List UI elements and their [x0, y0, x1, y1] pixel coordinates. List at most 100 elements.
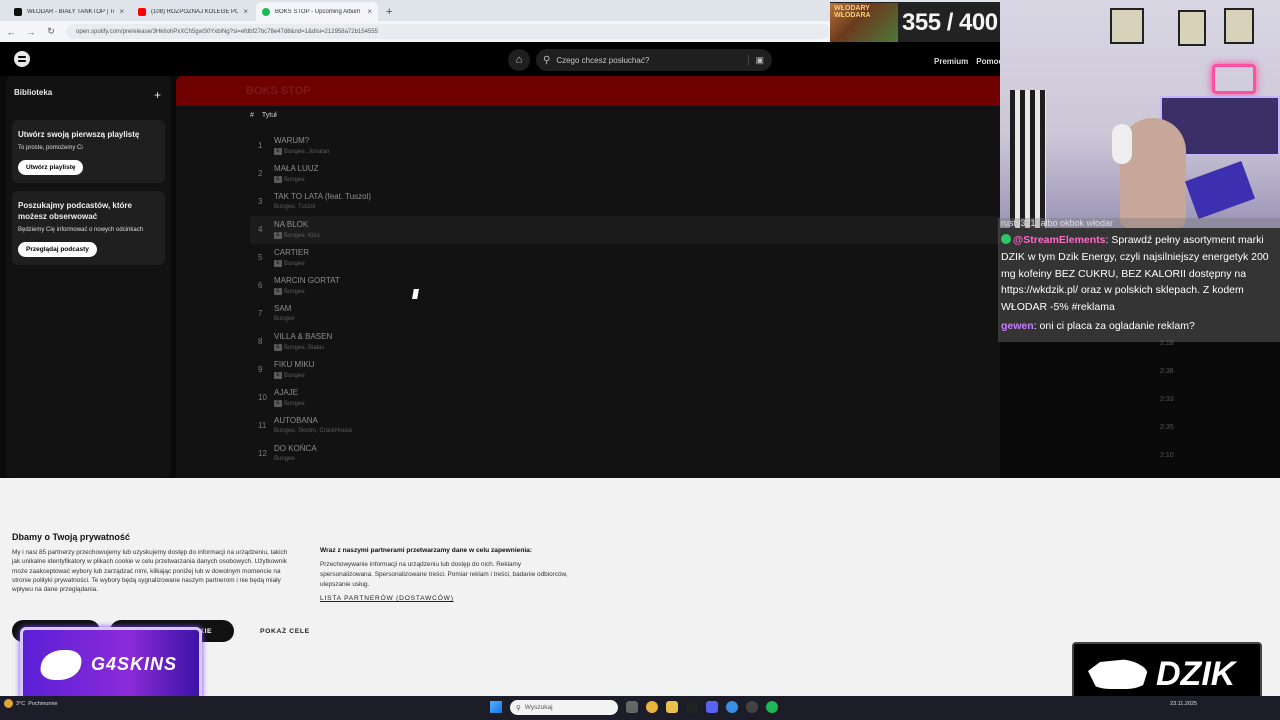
- home-icon[interactable]: ⌂: [508, 49, 530, 71]
- explicit-badge: E: [274, 176, 282, 183]
- track-number: 1: [258, 141, 263, 150]
- track-title[interactable]: CARTIER: [274, 248, 309, 257]
- artist-names[interactable]: Bungee, Jonatan: [284, 149, 329, 155]
- artist-names[interactable]: Bungee: [284, 401, 305, 407]
- track-number: 10: [258, 393, 267, 402]
- close-tab-icon[interactable]: ×: [119, 7, 124, 16]
- weather-widget[interactable]: 3°C Pochmurnie: [4, 699, 58, 708]
- explicit-badge: E: [274, 232, 282, 239]
- capcut-icon[interactable]: [686, 701, 698, 713]
- track-row[interactable]: 5 CARTIER E Bungee: [250, 244, 1000, 272]
- artist-names[interactable]: Bungee, Kizo: [284, 233, 320, 239]
- track-title[interactable]: MARCIN GORTAT: [274, 276, 340, 285]
- track-row[interactable]: 2 MAŁA LUUZ E Bungee: [250, 160, 1000, 188]
- artist-names[interactable]: Bungee, Skolim, CrackHouse: [274, 428, 352, 434]
- track-artists: E Bungee: [274, 372, 305, 379]
- artist-names[interactable]: Bungee: [274, 316, 295, 322]
- check-icon: [1001, 234, 1011, 244]
- search-icon: ⚲: [543, 54, 551, 66]
- track-row[interactable]: 7 SAM Bungee: [250, 300, 1000, 328]
- browser-icon[interactable]: [726, 701, 738, 713]
- reload-icon[interactable]: ↻: [46, 26, 56, 37]
- windows-start-icon[interactable]: [490, 701, 502, 713]
- browser-tab-active[interactable]: BOKS STOP - Upcoming Album ×: [256, 2, 378, 21]
- track-number: 11: [258, 421, 267, 430]
- obs-icon[interactable]: [746, 701, 758, 713]
- chat-user: gewen: [1001, 319, 1034, 332]
- folder-icon[interactable]: [666, 701, 678, 713]
- track-title[interactable]: VILLA & BASEN: [274, 332, 332, 341]
- counter-text: 355 / 400: [902, 9, 998, 36]
- close-tab-icon[interactable]: ×: [367, 7, 372, 16]
- artist-names[interactable]: Bungee: [284, 177, 305, 183]
- close-tab-icon[interactable]: ×: [243, 7, 248, 16]
- card-text: Będziemy Cię informować o nowych odcinka…: [18, 227, 144, 233]
- chat-message: gewen: oni ci placa za ogladanie reklam?: [1001, 318, 1276, 335]
- create-playlist-button[interactable]: Utwórz playlistę: [18, 160, 84, 175]
- search-input[interactable]: [556, 55, 737, 65]
- show-purposes-button[interactable]: POKAŻ CELE: [260, 628, 310, 635]
- track-title[interactable]: AJAJE: [274, 388, 298, 397]
- artist-names[interactable]: Bungee, Tuszol: [274, 204, 315, 210]
- track-row[interactable]: 8 VILLA & BASEN E Bungee, Białas: [250, 328, 1000, 356]
- chrome-icon[interactable]: [646, 701, 658, 713]
- artist-names[interactable]: Bungee: [274, 456, 295, 462]
- premium-link[interactable]: Premium: [934, 57, 968, 66]
- track-row[interactable]: 11 AUTOBANA Bungee, Skolim, CrackHouse: [250, 412, 1000, 440]
- lion-icon: [38, 649, 84, 680]
- track-title[interactable]: WARUM?: [274, 136, 309, 145]
- track-row[interactable]: 10 AJAJE E Bungee: [250, 384, 1000, 412]
- album-title: BOKS STOP: [246, 85, 311, 97]
- track-number: 4: [258, 225, 263, 234]
- album-view: BOKS STOP # Tytuł 1 WARUM? E Bungee, Jonata…: [176, 76, 1000, 478]
- artist-names[interactable]: Bungee: [284, 373, 305, 379]
- browser-tab[interactable]: (108) ROZPOZNAJ KOLEGE PO ×: [132, 2, 254, 21]
- track-row[interactable]: 6 MARCIN GORTAT E Bungee: [250, 272, 1000, 300]
- task-view-icon[interactable]: [626, 701, 638, 713]
- headset: [1112, 124, 1132, 164]
- track-title[interactable]: MAŁA LUUZ: [274, 164, 318, 173]
- explicit-badge: E: [274, 344, 282, 351]
- library-header: Biblioteka +: [6, 76, 171, 102]
- partners-link[interactable]: LISTA PARTNERÓW (DOSTAWCÓW): [320, 595, 454, 602]
- new-tab-button[interactable]: +: [380, 6, 398, 21]
- track-row[interactable]: 4 NA BLOK E Bungee, Kizo: [250, 216, 1000, 244]
- discord-icon[interactable]: [706, 701, 718, 713]
- chat-cut-line: rusty321: albo okbok włodar: [1001, 218, 1114, 228]
- track-row[interactable]: 9 FIKU MIKU E Bungee: [250, 356, 1000, 384]
- g4skins-sponsor-banner: G4SKINS: [20, 627, 202, 702]
- help-link[interactable]: Pomoc: [976, 57, 1003, 66]
- album-header: BOKS STOP: [176, 76, 1000, 106]
- webcam-feed: [1000, 0, 1280, 228]
- explicit-badge: E: [274, 288, 282, 295]
- taskbar-search[interactable]: ⚲ Wyszukaj: [510, 700, 618, 715]
- tiktok-icon: [14, 7, 22, 16]
- url-field[interactable]: open.spotify.com/prerelease/3Hk6ohPxXCh5…: [66, 24, 830, 39]
- browse-podcasts-button[interactable]: Przeglądaj podcasty: [18, 242, 97, 257]
- back-icon[interactable]: ←: [6, 27, 16, 37]
- forward-icon[interactable]: →: [26, 27, 36, 37]
- plus-icon[interactable]: +: [154, 88, 161, 102]
- sponsor-name: DZIK: [1156, 654, 1236, 693]
- search-bar[interactable]: ⚲ ▣: [536, 49, 772, 71]
- track-artists: E Bungee: [274, 400, 305, 407]
- track-title[interactable]: FIKU MIKU: [274, 360, 314, 369]
- browser-tab[interactable]: WŁODAR - BIAŁY TANKTOP | Ti ×: [8, 2, 130, 21]
- track-title[interactable]: DO KOŃCA: [274, 444, 317, 453]
- chat-message: @StreamElements: Sprawdź pełny asortymen…: [1001, 232, 1276, 316]
- spotify-logo-icon[interactable]: [14, 51, 30, 67]
- track-title[interactable]: NA BLOK: [274, 220, 308, 229]
- track-title[interactable]: SAM: [274, 304, 291, 313]
- spotify-icon[interactable]: [766, 701, 778, 713]
- card-title: Utwórz swoją pierwszą playlistę: [18, 130, 140, 139]
- track-row[interactable]: 1 WARUM? E Bungee, Jonatan: [250, 132, 1000, 160]
- browse-icon[interactable]: ▣: [748, 54, 764, 66]
- cookie-title: Dbamy o Twoją prywatność: [12, 532, 130, 542]
- track-row[interactable]: 3 TAK TO LATA (feat. Tuszol) Bungee, Tuszo…: [250, 188, 1000, 216]
- track-title[interactable]: AUTOBANA: [274, 416, 318, 425]
- track-row[interactable]: 12 DO KOŃCA Bungee: [250, 440, 1000, 468]
- artist-names[interactable]: Bungee: [284, 289, 305, 295]
- track-title[interactable]: TAK TO LATA (feat. Tuszol): [274, 192, 371, 201]
- artist-names[interactable]: Bungee, Białas: [284, 345, 324, 351]
- artist-names[interactable]: Bungee: [284, 261, 305, 267]
